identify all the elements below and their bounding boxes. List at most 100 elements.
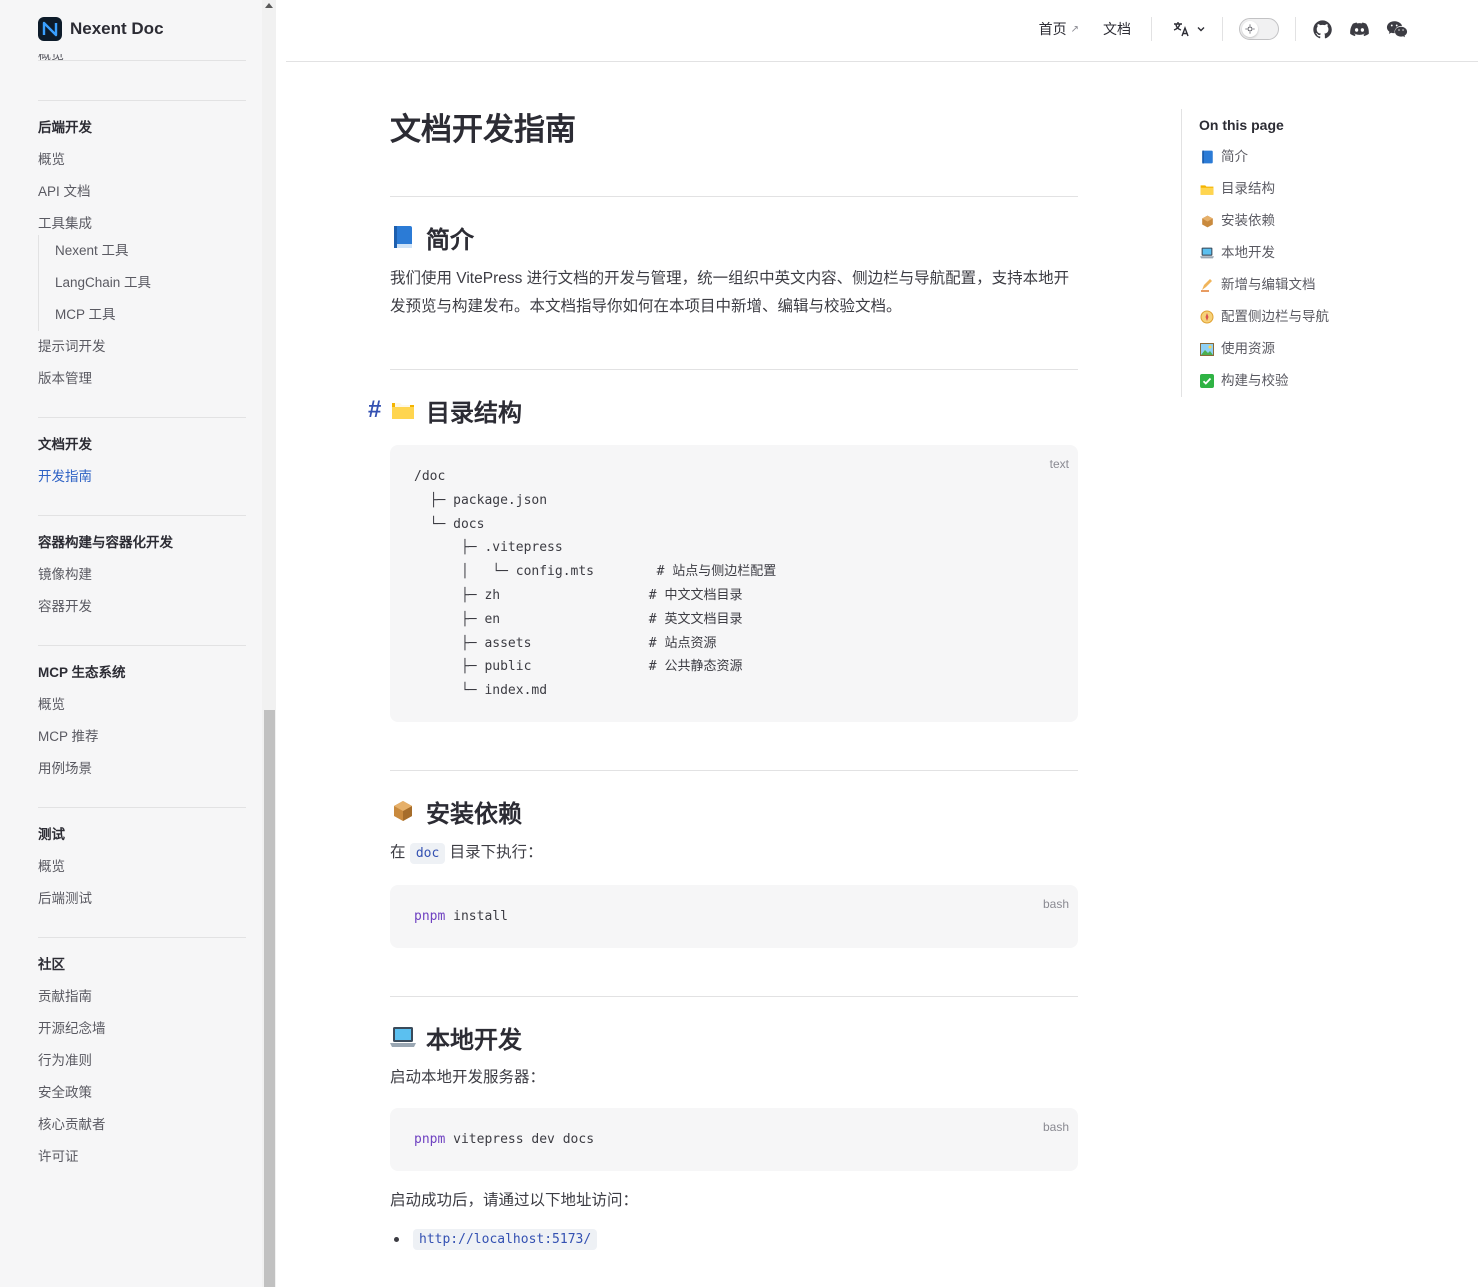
sidebar-item-security[interactable]: 安全政策 xyxy=(38,1077,246,1109)
toc-item-label: 目录结构 xyxy=(1221,181,1275,196)
sidebar-item-langchain-tools[interactable]: LangChain 工具 xyxy=(55,267,246,299)
heading-structure: # 目录结构 xyxy=(368,392,1078,428)
on-this-page-outline: On this page 简介 目录结构 安装依赖 本地开发 新增与编辑文档 配… xyxy=(1181,109,1421,397)
theme-toggle[interactable] xyxy=(1239,18,1279,40)
code-args: vitepress dev docs xyxy=(445,1132,595,1147)
toc-item-intro[interactable]: 简介 xyxy=(1199,141,1421,173)
code-args: install xyxy=(445,909,508,924)
external-link-icon: ↗ xyxy=(1070,23,1079,35)
sidebar-item-memorial-wall[interactable]: 开源纪念墙 xyxy=(38,1013,246,1045)
code-block-install[interactable]: bash pnpm install xyxy=(390,885,1078,948)
top-nav-links: 首页 ↗ 文档 xyxy=(1015,0,1408,58)
nav-group-docs-dev: 文档开发 开发指南 xyxy=(38,417,246,515)
translate-icon xyxy=(1173,22,1189,37)
scroll-up-arrow-icon[interactable] xyxy=(265,3,273,8)
sidebar-item-image-build[interactable]: 镜像构建 xyxy=(38,559,246,591)
local-dev-after-paragraph: 启动成功后，请通过以下地址访问： xyxy=(390,1192,639,1209)
social-links xyxy=(1312,19,1408,40)
localhost-link[interactable]: http://localhost:5173/ xyxy=(413,1229,598,1250)
sidebar-item-container-dev[interactable]: 容器开发 xyxy=(38,591,246,623)
nav-group-mcp: MCP 生态系统 概览 MCP 推荐 用例场景 xyxy=(38,645,246,807)
sidebar-item-overview[interactable]: 概览 xyxy=(38,144,246,176)
code-block-structure[interactable]: text /doc ├─ package.json └─ docs ├─ .vi… xyxy=(390,445,1078,722)
brand-name: Nexent Doc xyxy=(70,19,164,38)
nav-group-title: 后端开发 xyxy=(38,120,92,135)
toc-item-label: 本地开发 xyxy=(1221,245,1275,260)
code-lang-label: bash xyxy=(1042,1120,1069,1134)
toc-item-label: 使用资源 xyxy=(1221,341,1275,356)
nav-group-container: 容器构建与容器化开发 镜像构建 容器开发 xyxy=(38,515,246,645)
nav-group-title: 社区 xyxy=(38,957,65,972)
heading-anchor-link[interactable]: # xyxy=(368,396,381,424)
nav-divider xyxy=(1151,17,1152,41)
sidebar-item-mcp-overview[interactable]: 概览 xyxy=(38,689,246,721)
sidebar-scrollbar-thumb[interactable] xyxy=(264,710,275,1287)
doc-content: 文档开发指南 简介 我们使用 VitePress 进行文档的开发与管理，统一组织… xyxy=(368,100,1078,1250)
intro-paragraph: 我们使用 VitePress 进行文档的开发与管理，统一组织中英文内容、侧边栏与… xyxy=(390,270,1070,315)
code-content: /doc ├─ package.json └─ docs ├─ .vitepre… xyxy=(414,469,777,699)
code-content: pnpm install xyxy=(414,905,1054,929)
toc-item-sidebar-nav[interactable]: 配置侧边栏与导航 xyxy=(1199,301,1421,333)
sidebar-item-nexent-tools[interactable]: Nexent 工具 xyxy=(55,235,246,267)
nav-link-docs[interactable]: 文档 xyxy=(1103,19,1131,39)
heading-install-text: 安装依赖 xyxy=(426,800,522,828)
toc-item-install[interactable]: 安装依赖 xyxy=(1199,205,1421,237)
nav-group-title: 测试 xyxy=(38,827,65,842)
list-item: http://localhost:5173/ xyxy=(390,1229,1078,1250)
discord-icon[interactable] xyxy=(1349,19,1370,40)
code-lang-label: text xyxy=(1049,457,1069,471)
toc-item-label: 新增与编辑文档 xyxy=(1221,277,1316,292)
blue-book-icon xyxy=(1199,149,1215,165)
toc-item-structure[interactable]: 目录结构 xyxy=(1199,173,1421,205)
code-block-local-dev[interactable]: bash pnpm vitepress dev docs xyxy=(390,1108,1078,1171)
laptop-icon xyxy=(390,1024,416,1050)
laptop-icon xyxy=(1199,245,1215,261)
toc-title: On this page xyxy=(1199,117,1284,133)
nav-link-home-label: 首页 xyxy=(1038,21,1067,37)
blue-book-icon xyxy=(390,224,416,250)
code-keyword: pnpm xyxy=(414,909,446,924)
sidebar-nav: 后端开发 概览 API 文档 工具集成 Nexent 工具 LangChain … xyxy=(38,100,246,1195)
heading-install: 安装依赖 xyxy=(390,793,1078,829)
sidebar-item-mcp-recommend[interactable]: MCP 推荐 xyxy=(38,721,246,753)
sidebar-item-code-of-conduct[interactable]: 行为准则 xyxy=(38,1045,246,1077)
sidebar-item-version-mgmt[interactable]: 版本管理 xyxy=(38,363,246,395)
section-divider xyxy=(390,196,1078,197)
wechat-icon[interactable] xyxy=(1386,19,1408,40)
install-text-after: 目录下执行： xyxy=(449,844,543,861)
language-switcher[interactable] xyxy=(1172,20,1206,38)
nexent-logo-icon xyxy=(38,17,62,41)
sidebar-item-contributing[interactable]: 贡献指南 xyxy=(38,981,246,1013)
sidebar-item-backend-test[interactable]: 后端测试 xyxy=(38,883,246,915)
github-icon[interactable] xyxy=(1312,19,1333,40)
install-text-before: 在 xyxy=(390,844,406,861)
toc-item-build-check[interactable]: 构建与校验 xyxy=(1199,365,1421,397)
toc-item-add-edit[interactable]: 新增与编辑文档 xyxy=(1199,269,1421,301)
sun-icon xyxy=(1242,21,1258,37)
sidebar-item-use-cases[interactable]: 用例场景 xyxy=(38,753,246,785)
sidebar-item-dev-guide[interactable]: 开发指南 xyxy=(38,461,246,493)
sidebar-item-prompt-dev[interactable]: 提示词开发 xyxy=(38,331,246,363)
code-content: pnpm vitepress dev docs xyxy=(414,1128,1054,1152)
heading-intro-text: 简介 xyxy=(426,226,474,254)
heading-structure-text: 目录结构 xyxy=(426,399,522,427)
sidebar-item-api-docs[interactable]: API 文档 xyxy=(38,176,246,208)
toc-item-resources[interactable]: 使用资源 xyxy=(1199,333,1421,365)
toc-item-label: 配置侧边栏与导航 xyxy=(1221,309,1329,324)
toc-item-local-dev[interactable]: 本地开发 xyxy=(1199,237,1421,269)
section-divider xyxy=(390,770,1078,771)
nav-group-testing: 测试 概览 后端测试 xyxy=(38,807,246,937)
install-paragraph: 在 doc 目录下执行： xyxy=(390,839,1078,868)
package-box-icon xyxy=(390,798,416,824)
bullet-dot xyxy=(394,1237,399,1242)
sidebar-item-mcp-tools[interactable]: MCP 工具 xyxy=(55,299,246,331)
sidebar-item-test-overview[interactable]: 概览 xyxy=(38,851,246,883)
heading-local-dev-text: 本地开发 xyxy=(426,1026,522,1054)
sidebar-subnav: Nexent 工具 LangChain 工具 MCP 工具 xyxy=(38,235,246,331)
folder-icon xyxy=(390,397,416,423)
writing-hand-icon xyxy=(1199,277,1215,293)
sidebar-item-core-contributors[interactable]: 核心贡献者 xyxy=(38,1109,246,1141)
sidebar-item-license[interactable]: 许可证 xyxy=(38,1141,246,1173)
nav-link-home[interactable]: 首页 ↗ xyxy=(1039,19,1079,39)
brand[interactable]: Nexent Doc xyxy=(38,17,164,41)
